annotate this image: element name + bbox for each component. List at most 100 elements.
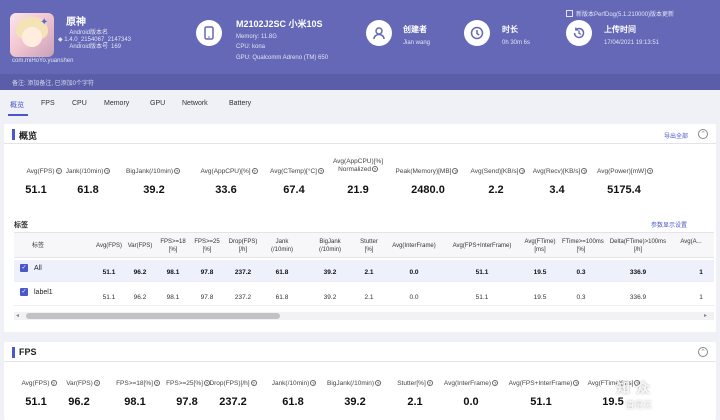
th-col[interactable]: FPS>=18 [%] [160, 238, 186, 254]
cell: 0.3 [576, 269, 586, 276]
table-row[interactable]: ✓ All 51.1 96.2 98.1 97.8 237.2 61.8 39.… [14, 260, 714, 282]
table-row[interactable]: ✓ label1 51.1 96.2 98.1 97.8 237.2 61.8 … [14, 284, 714, 306]
th-col[interactable]: Avg(FTime) [ms] [522, 238, 558, 254]
scrollbar-thumb[interactable] [26, 313, 280, 319]
metric-value: 2.1 [407, 396, 423, 408]
cell: 19.5 [533, 269, 547, 276]
app-package: com.miHoYo.yuanshen [12, 58, 74, 64]
tab-network[interactable]: Network [182, 100, 208, 107]
user-icon [366, 20, 392, 46]
help-icon: ? [310, 380, 317, 386]
metric-value: 98.1 [124, 396, 146, 408]
th-col[interactable]: Delta(FTime)>100ms [/h] [606, 238, 670, 254]
cell: 0.0 [409, 294, 419, 301]
fps-title: FPS [19, 347, 37, 357]
metric-label: Var(FPS)? [66, 380, 100, 387]
th-col[interactable]: Avg(FPS+InterFrame) [444, 242, 520, 250]
help-icon: ? [250, 380, 257, 386]
th-col[interactable]: Avg(InterFrame) [386, 242, 442, 250]
th-col[interactable]: Avg(FPS) [94, 242, 124, 250]
metric-value: 39.2 [143, 184, 165, 196]
metric-value: 2480.0 [411, 184, 445, 196]
collapse-icon[interactable]: ⌃ [698, 347, 708, 357]
scroll-left-icon[interactable]: ◂ [16, 312, 19, 319]
note-bar[interactable]: 备注: 添加备注, 已添加0个字符 [0, 74, 720, 90]
creator-label: 创建者 [403, 25, 427, 34]
cell: 61.8 [275, 269, 289, 276]
cell: 19.5 [533, 294, 547, 301]
cell: 97.8 [200, 294, 214, 301]
tab-memory[interactable]: Memory [104, 100, 129, 107]
table-header: 标签 Avg(FPS) Var(FPS) FPS>=18 [%] FPS>=25… [14, 232, 714, 258]
th-col[interactable]: BigJank (/10min) [310, 238, 350, 254]
cell: 51.1 [475, 269, 489, 276]
history-icon [566, 20, 592, 46]
metric-label: Avg(AppCPU)[%]? [200, 168, 258, 175]
collapse-icon[interactable]: ⌃ [698, 129, 708, 139]
cell: 98.1 [166, 269, 180, 276]
metric-value: 61.8 [282, 396, 304, 408]
param-settings-link[interactable]: 参数显示设置 [651, 220, 687, 229]
help-icon: ? [519, 168, 526, 174]
cell: 237.2 [234, 294, 252, 301]
th-tag[interactable]: 标签 [32, 242, 44, 250]
tab-gpu[interactable]: GPU [150, 100, 165, 107]
creator-value: Jian wang [403, 40, 431, 46]
duration-label: 时长 [502, 25, 518, 34]
cell: 237.2 [234, 269, 252, 276]
tab-battery[interactable]: Battery [229, 100, 251, 107]
app-name: 原神 [66, 17, 86, 28]
export-all-link[interactable]: 导出全部 [664, 131, 688, 140]
th-col[interactable]: FTime>=100ms [%] [562, 238, 604, 254]
checkbox-checked-icon[interactable]: ✓ [20, 288, 28, 296]
perfdog-update-link[interactable]: 新版本PerfDog(5.1.210000)版本更新 [566, 9, 674, 18]
tab-fps[interactable]: FPS [41, 100, 55, 107]
metric-value: 61.8 [77, 184, 99, 196]
metric-value: 51.1 [25, 396, 47, 408]
upload-label: 上传时间 [604, 25, 636, 34]
th-col[interactable]: FPS>=25 [%] [194, 238, 220, 254]
metric-label: Avg(Recv)[KB/s]? [532, 168, 588, 175]
metric-label: Avg(InterFrame)? [443, 380, 499, 387]
checkbox-checked-icon[interactable]: ✓ [20, 264, 28, 272]
metric-label: Avg(Power)[mW]? [597, 168, 653, 175]
cell: 96.2 [133, 294, 147, 301]
help-icon: ? [452, 168, 459, 174]
metric-value: 51.1 [530, 396, 552, 408]
metric-value: 3.4 [549, 184, 565, 196]
help-icon: ? [492, 380, 499, 386]
metric-value: 67.4 [283, 184, 305, 196]
metric-value: 33.6 [215, 184, 237, 196]
metric-value: 5175.4 [607, 184, 641, 196]
help-icon: ? [251, 168, 258, 174]
android-version-label: Android版本名 [69, 30, 108, 36]
cell: 39.2 [323, 269, 337, 276]
th-col[interactable]: Drop(FPS) [/h] [226, 238, 260, 254]
scroll-right-icon[interactable]: ▸ [704, 312, 707, 319]
metric-label: Avg(FPS+InterFrame)? [508, 380, 580, 387]
metric-label: Drop(FPS)[/h]? [209, 380, 257, 387]
metric-label: Peak(Memory)[MB]? [395, 168, 459, 175]
metric-label: BigJank(/10min)? [327, 380, 381, 387]
help-icon: ? [173, 168, 180, 174]
help-icon: ? [371, 166, 378, 172]
help-icon: ? [50, 380, 57, 386]
th-col[interactable]: Var(FPS) [124, 242, 156, 250]
device-cpu: CPU: kona [236, 44, 266, 50]
active-tab-indicator [8, 114, 28, 116]
metric-label: Jank(/10min)? [271, 380, 317, 387]
th-col[interactable]: Avg(A... [674, 238, 708, 246]
tab-overview[interactable]: 概览 [10, 100, 24, 110]
tab-bar: 概览 FPS CPU Memory GPU Network Battery [0, 96, 720, 114]
th-col[interactable]: Stutter [%] [356, 238, 382, 254]
cell: 39.2 [323, 294, 337, 301]
device-model: M2102J2SC 小米10S [236, 19, 323, 29]
help-icon: ? [426, 380, 433, 386]
cell: 1 [699, 269, 703, 276]
metric-label: Avg(CTemp)[°C]? [270, 168, 324, 175]
th-col[interactable]: Jank (/10min) [266, 238, 298, 254]
tab-cpu[interactable]: CPU [72, 100, 87, 107]
tag-section-label: 标签 [14, 222, 28, 229]
clock-icon [464, 20, 490, 46]
metric-value: 237.2 [219, 396, 247, 408]
